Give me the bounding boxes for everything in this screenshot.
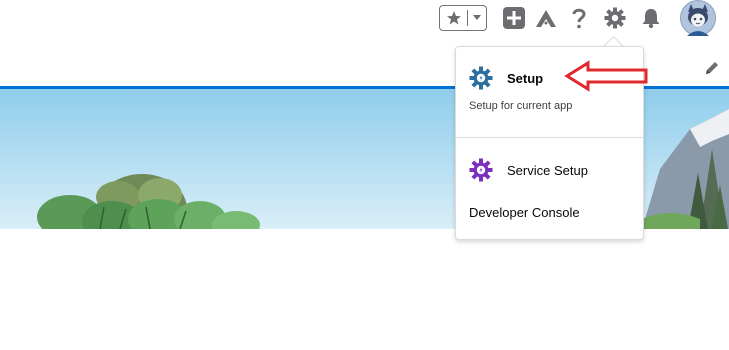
favorites-button-group	[439, 5, 487, 31]
trailhead-icon	[536, 10, 556, 27]
chevron-down-icon	[473, 15, 481, 20]
page-body	[0, 229, 729, 350]
user-avatar-button[interactable]	[680, 0, 716, 36]
help-button[interactable]	[568, 6, 590, 30]
menu-item-developer-console[interactable]: Developer Console	[456, 199, 643, 225]
favorites-menu-button[interactable]	[468, 14, 486, 22]
edit-page-button[interactable]	[704, 60, 720, 76]
developer-console-label: Developer Console	[469, 204, 580, 220]
pencil-icon	[706, 62, 718, 74]
trailhead-button[interactable]	[533, 6, 559, 30]
setup-label: Setup	[507, 70, 544, 86]
notifications-button[interactable]	[639, 6, 663, 30]
menu-divider	[456, 137, 643, 138]
star-icon	[446, 11, 461, 25]
setup-sublabel[interactable]: Setup for current app	[469, 100, 572, 112]
avatar-icon	[680, 0, 716, 36]
annotation-arrow-icon	[564, 60, 648, 92]
setup-gear-button[interactable]	[603, 6, 627, 30]
favorites-button[interactable]	[440, 10, 468, 26]
service-setup-label: Service Setup	[507, 162, 588, 178]
bell-icon	[642, 9, 660, 29]
service-setup-gear-icon	[469, 158, 493, 182]
help-icon	[572, 8, 586, 29]
plus-icon	[503, 7, 525, 29]
gear-icon	[604, 7, 626, 29]
menu-item-service-setup[interactable]: Service Setup	[456, 153, 643, 187]
setup-gear-icon	[469, 66, 493, 90]
global-actions-button[interactable]	[502, 6, 526, 30]
